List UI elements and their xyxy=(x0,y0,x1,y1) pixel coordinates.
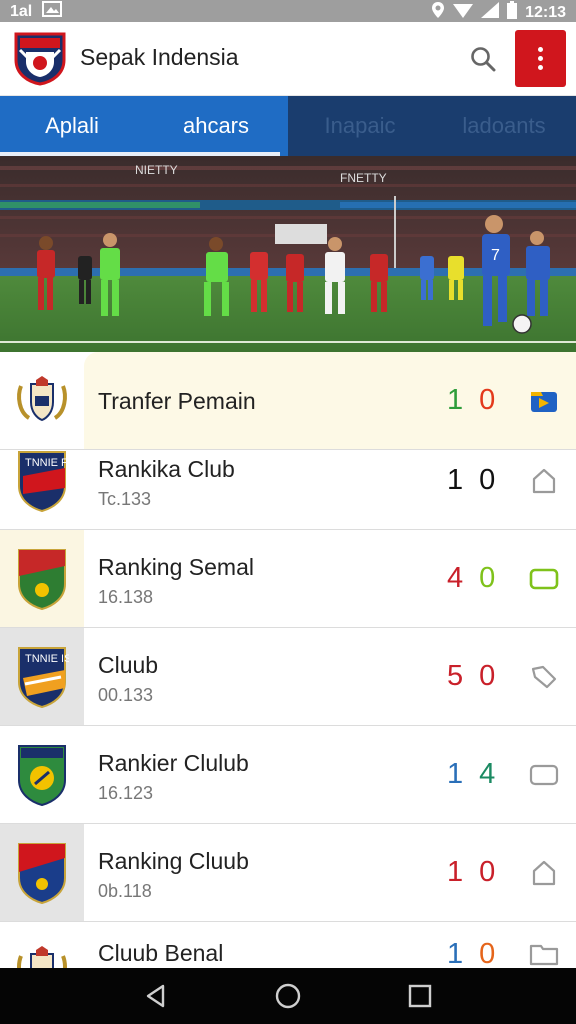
tab-ladoants[interactable]: ladoants xyxy=(432,96,576,156)
tab-inapaic[interactable]: Inapaic xyxy=(288,96,432,156)
home-score: 1 xyxy=(447,938,464,968)
club-list: Tranfer Pemain 1 0 TNNIE FC Rankika Club… xyxy=(0,352,576,968)
location-icon xyxy=(431,1,445,24)
away-score: 0 xyxy=(479,464,496,496)
score: 1 0 xyxy=(447,432,495,529)
list-item[interactable]: Ranking Semal 16.138 4 0 xyxy=(0,530,576,628)
home-score: 1 xyxy=(447,856,464,888)
search-button[interactable] xyxy=(466,42,500,76)
tab-ahcars[interactable]: ahcars xyxy=(144,96,288,156)
tab-aplali[interactable]: Aplali xyxy=(0,96,144,156)
away-score: 0 xyxy=(479,660,496,692)
app-title: Sepak Indensia xyxy=(80,44,239,70)
away-score: 0 xyxy=(479,562,496,594)
list-item[interactable]: Rankier Clulub 16.123 1 4 xyxy=(0,726,576,824)
item-subtitle: Tc.133 xyxy=(98,489,152,509)
list-item[interactable]: TNNIE IS Cluub 00.133 5 0 xyxy=(0,628,576,726)
item-title: Tranfer Pemain xyxy=(98,388,256,414)
score: 5 0 xyxy=(447,628,495,725)
home-score: 1 xyxy=(447,758,464,790)
battery-icon xyxy=(507,1,518,24)
score: 4 0 xyxy=(447,530,495,627)
home-score: 5 xyxy=(447,660,464,692)
home-nav-button[interactable] xyxy=(268,976,308,1016)
away-score: 0 xyxy=(479,856,496,888)
app-bar: Sepak Indensia xyxy=(0,22,576,96)
player-number: 7 xyxy=(491,247,500,264)
label-icon[interactable] xyxy=(526,628,562,725)
away-score: 0 xyxy=(479,938,496,968)
score: 1 0 xyxy=(447,824,495,921)
cell-signal-icon xyxy=(481,2,500,23)
back-button[interactable] xyxy=(136,976,176,1016)
club-crest: TNNIE IS xyxy=(0,628,84,725)
crest-text: TNNIE IS xyxy=(25,653,69,665)
more-vert-icon xyxy=(538,47,543,52)
home-icon[interactable] xyxy=(526,824,562,921)
banner-text-2: FNETTY xyxy=(340,171,387,185)
item-subtitle: 16.138 xyxy=(98,587,154,607)
item-title: Ranking Semal xyxy=(98,554,254,580)
item-subtitle: 0b.118 xyxy=(98,881,152,901)
wifi-icon xyxy=(453,2,474,23)
system-nav-bar xyxy=(0,968,576,1024)
list-item[interactable]: TNNIE FC Rankika Club Tc.133 1 0 xyxy=(0,432,576,530)
club-crest xyxy=(0,824,84,921)
item-title: Cluub xyxy=(98,652,159,678)
hero-match-image: NIETTY FNETTY 7 xyxy=(0,156,576,352)
recents-icon xyxy=(408,984,432,1008)
ball-icon xyxy=(512,314,532,334)
status-bar: 1al 12:13 xyxy=(0,0,576,22)
signal-text: 1al xyxy=(10,2,33,20)
item-subtitle: 16.123 xyxy=(98,783,154,803)
club-crest xyxy=(0,726,84,823)
item-subtitle: 00.133 xyxy=(98,685,154,705)
home-circle-icon xyxy=(275,983,301,1009)
list-item[interactable]: Ranking Cluub 0b.118 1 0 xyxy=(0,824,576,922)
score: 1 4 xyxy=(447,726,495,823)
back-icon xyxy=(146,984,165,1008)
folder-icon[interactable] xyxy=(526,922,562,968)
away-score: 4 xyxy=(479,758,496,790)
clock-text: 12:13 xyxy=(525,3,566,21)
tag-icon[interactable] xyxy=(526,726,562,823)
crest-text: TNNIE FC xyxy=(25,457,69,469)
item-title: Rankier Clulub xyxy=(98,750,249,776)
tab-bar: Aplali ahcars Inapaic ladoants xyxy=(0,96,576,156)
app-logo xyxy=(12,30,68,86)
list-item[interactable]: Cluub Benal 1 0 xyxy=(0,922,576,968)
home-score: 1 xyxy=(447,464,464,496)
search-icon xyxy=(471,47,496,72)
home-score: 1 xyxy=(447,384,464,416)
home-score: 4 xyxy=(447,562,464,594)
tag-icon[interactable] xyxy=(526,530,562,627)
overflow-menu-button[interactable] xyxy=(515,30,566,87)
club-crest xyxy=(0,530,84,627)
club-crest xyxy=(0,922,84,968)
recents-button[interactable] xyxy=(400,976,440,1016)
club-crest: TNNIE FC xyxy=(0,432,84,529)
item-title: Ranking Cluub xyxy=(98,848,249,874)
home-icon[interactable] xyxy=(526,432,562,529)
item-title: Cluub Benal xyxy=(98,940,224,966)
image-notification-icon xyxy=(42,1,63,22)
away-score: 0 xyxy=(479,384,496,416)
score: 1 0 xyxy=(447,922,495,968)
item-title: Rankika Club xyxy=(98,456,235,482)
banner-text-1: NIETTY xyxy=(135,163,178,177)
